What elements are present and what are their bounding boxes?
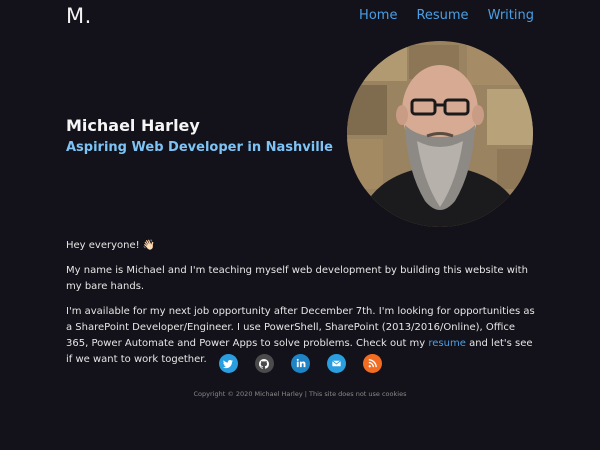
greeting-text: Hey everyone! 👋🏻 bbox=[66, 240, 156, 251]
github-icon[interactable] bbox=[254, 354, 274, 373]
twitter-icon[interactable] bbox=[218, 354, 238, 373]
social-links bbox=[0, 354, 600, 373]
rss-icon[interactable] bbox=[362, 354, 382, 373]
linkedin-icon[interactable] bbox=[290, 354, 310, 373]
footer-copyright: Copyright © 2020 Michael Harley | This s… bbox=[193, 390, 407, 398]
hero-tagline: Aspiring Web Developer in Nashville bbox=[66, 140, 333, 155]
nav-resume[interactable]: Resume bbox=[416, 8, 468, 23]
nav-home[interactable]: Home bbox=[359, 8, 397, 23]
intro-text: My name is Michael and I'm teaching myse… bbox=[66, 265, 528, 292]
main-nav: Home Resume Writing bbox=[359, 8, 534, 23]
nav-writing[interactable]: Writing bbox=[488, 8, 534, 23]
page: M. Home Resume Writing Michael Harley As… bbox=[0, 0, 600, 450]
resume-link[interactable]: resume bbox=[428, 338, 466, 349]
site-logo[interactable]: M. bbox=[66, 4, 92, 28]
profile-photo bbox=[347, 41, 533, 227]
hero-name: Michael Harley bbox=[66, 116, 200, 135]
email-icon[interactable] bbox=[326, 354, 346, 373]
profile-photo-image bbox=[347, 41, 533, 227]
